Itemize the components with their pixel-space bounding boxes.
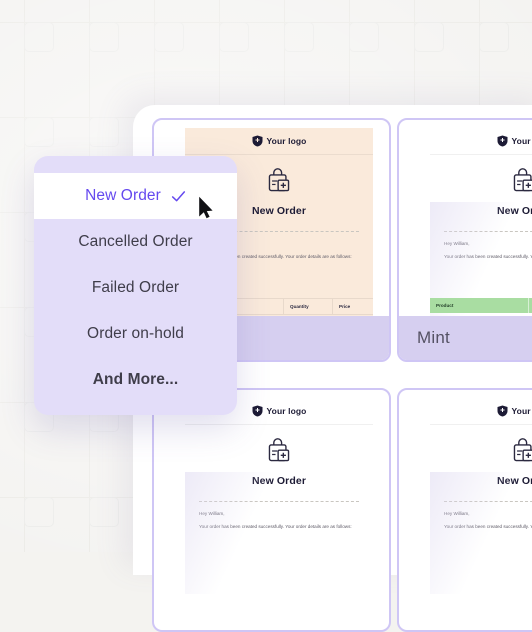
template-card-inner: Your logo New Order Hey William, Your or… xyxy=(154,390,389,630)
dropdown-item-label: Failed Order xyxy=(91,279,180,296)
template-card-inner: Your logo New Order Hey William, Your or… xyxy=(399,390,532,630)
email-logo-text: Your logo xyxy=(511,406,532,416)
shield-logo-icon xyxy=(252,135,263,147)
template-card-4[interactable]: Your logo New Order Hey William, Your or… xyxy=(397,388,532,632)
email-header: Your logo xyxy=(185,128,373,155)
email-header: Your logo xyxy=(430,128,532,155)
dropdown-item-label: Order on-hold xyxy=(87,325,184,342)
shopping-bag-plus-icon xyxy=(268,438,290,462)
order-status-dropdown[interactable]: New Order Cancelled Order Failed Order O… xyxy=(34,156,237,415)
decorative-wedge xyxy=(430,472,517,594)
dropdown-item-order-on-hold[interactable]: Order on-hold xyxy=(34,311,237,357)
shopping-bag-plus-icon xyxy=(513,438,532,462)
email-logo-text: Your logo xyxy=(266,136,307,146)
table-column-quantity: Quantity xyxy=(284,299,333,314)
shopping-bag-plus-icon xyxy=(513,168,532,192)
template-name: Mint xyxy=(417,328,450,347)
shield-logo-icon xyxy=(252,405,263,417)
email-preview: Your logo New Order Hey William, Your or… xyxy=(430,128,532,324)
decorative-wedge xyxy=(185,472,272,594)
dropdown-item-label: New Order xyxy=(85,187,161,204)
shield-logo-icon xyxy=(497,405,508,417)
check-icon xyxy=(171,190,186,201)
email-preview: Your logo New Order Hey William, Your or… xyxy=(430,398,532,594)
dropdown-item-label: Cancelled Order xyxy=(78,233,193,250)
template-name-bar: Mint xyxy=(399,316,532,360)
shopping-bag-plus-icon xyxy=(268,168,290,192)
template-card-3[interactable]: Your logo New Order Hey William, Your or… xyxy=(152,388,391,632)
email-preview: Your logo New Order Hey William, Your or… xyxy=(185,398,373,594)
dropdown-item-and-more[interactable]: And More... xyxy=(34,357,237,403)
dropdown-item-failed-order[interactable]: Failed Order xyxy=(34,265,237,311)
template-card-mint[interactable]: Your logo New Order Hey William, Your or… xyxy=(397,118,532,362)
email-header: Your logo xyxy=(430,398,532,425)
table-column-product: Product xyxy=(430,298,529,313)
email-logo-text: Your logo xyxy=(511,136,532,146)
dropdown-item-label: And More... xyxy=(92,371,179,388)
mouse-pointer-icon xyxy=(199,196,213,219)
dropdown-top-spacer xyxy=(34,156,237,173)
dropdown-item-cancelled-order[interactable]: Cancelled Order xyxy=(34,219,237,265)
template-card-inner: Your logo New Order Hey William, Your or… xyxy=(399,120,532,360)
order-table-header: Product Quantity Price xyxy=(430,298,532,313)
table-column-price: Price xyxy=(339,304,351,309)
shield-logo-icon xyxy=(497,135,508,147)
email-logo-text: Your logo xyxy=(266,406,307,416)
